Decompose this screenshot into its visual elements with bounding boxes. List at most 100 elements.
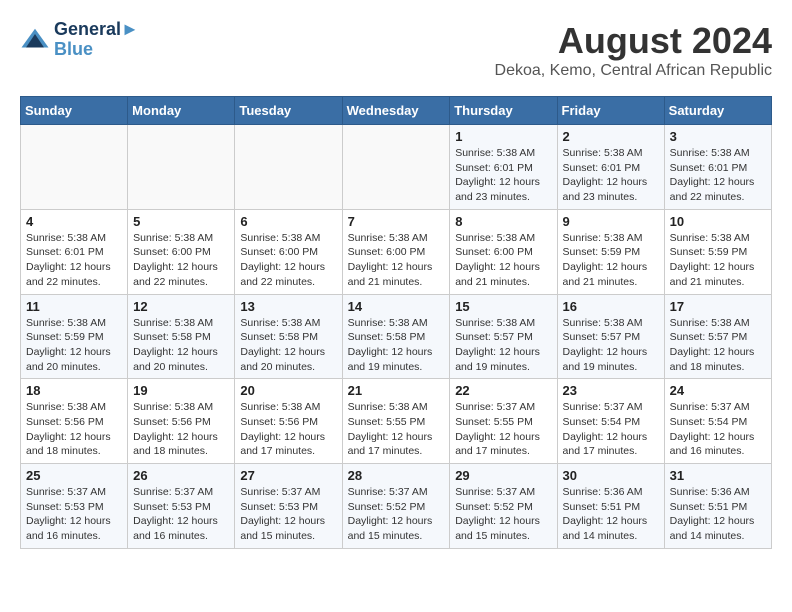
day-info: Sunrise: 5:38 AMSunset: 5:59 PMDaylight:… (26, 316, 122, 375)
day-info: Sunrise: 5:38 AMSunset: 5:57 PMDaylight:… (670, 316, 766, 375)
calendar-cell: 12 Sunrise: 5:38 AMSunset: 5:58 PMDayligh… (128, 294, 235, 379)
calendar-cell: 13Sunrise: 5:38 AMSunset: 5:58 PMDayligh… (235, 294, 342, 379)
calendar-header-row: SundayMondayTuesdayWednesdayThursdayFrid… (21, 97, 772, 125)
calendar-cell: 4 Sunrise: 5:38 AMSunset: 6:01 PMDaylight… (21, 209, 128, 294)
weekday-header-sunday: Sunday (21, 97, 128, 125)
day-info: Sunrise: 5:37 AMSunset: 5:55 PMDaylight:… (455, 400, 551, 459)
logo: General► Blue (20, 20, 139, 60)
calendar-week-row: 18 Sunrise: 5:38 AMSunset: 5:56 PMDayligh… (21, 379, 772, 464)
day-number: 7 (348, 214, 445, 229)
day-number: 5 (133, 214, 229, 229)
day-info: Sunrise: 5:38 AMSunset: 5:59 PMDaylight:… (563, 231, 659, 290)
calendar-cell: 25Sunrise: 5:37 AMSunset: 5:53 PMDayligh… (21, 464, 128, 549)
calendar-table: SundayMondayTuesdayWednesdayThursdayFrid… (20, 96, 772, 549)
calendar-cell: 24Sunrise: 5:37 AMSunset: 5:54 PMDayligh… (664, 379, 771, 464)
calendar-cell: 17 Sunrise: 5:38 AMSunset: 5:57 PMDayligh… (664, 294, 771, 379)
calendar-cell: 18 Sunrise: 5:38 AMSunset: 5:56 PMDayligh… (21, 379, 128, 464)
day-info: Sunrise: 5:36 AMSunset: 5:51 PMDaylight:… (670, 485, 766, 544)
calendar-cell: 20 Sunrise: 5:38 AMSunset: 5:56 PMDayligh… (235, 379, 342, 464)
calendar-cell: 14 Sunrise: 5:38 AMSunset: 5:58 PMDayligh… (342, 294, 450, 379)
day-number: 4 (26, 214, 122, 229)
day-info: Sunrise: 5:38 AMSunset: 5:56 PMDaylight:… (133, 400, 229, 459)
day-info: Sunrise: 5:38 AMSunset: 5:58 PMDaylight:… (348, 316, 445, 375)
day-number: 12 (133, 299, 229, 314)
calendar-cell: 15 Sunrise: 5:38 AMSunset: 5:57 PMDayligh… (450, 294, 557, 379)
day-number: 6 (240, 214, 336, 229)
day-info: Sunrise: 5:37 AMSunset: 5:54 PMDaylight:… (563, 400, 659, 459)
day-number: 29 (455, 468, 551, 483)
day-info: Sunrise: 5:38 AMSunset: 5:58 PMDaylight:… (133, 316, 229, 375)
calendar-cell: 16 Sunrise: 5:38 AMSunset: 5:57 PMDayligh… (557, 294, 664, 379)
day-number: 18 (26, 383, 122, 398)
calendar-cell: 26 Sunrise: 5:37 AMSunset: 5:53 PMDayligh… (128, 464, 235, 549)
calendar-week-row: 25Sunrise: 5:37 AMSunset: 5:53 PMDayligh… (21, 464, 772, 549)
day-info: Sunrise: 5:37 AMSunset: 5:53 PMDaylight:… (133, 485, 229, 544)
day-number: 2 (563, 129, 659, 144)
calendar-cell: 10Sunrise: 5:38 AMSunset: 5:59 PMDayligh… (664, 209, 771, 294)
calendar-cell: 28 Sunrise: 5:37 AMSunset: 5:52 PMDayligh… (342, 464, 450, 549)
calendar-cell: 27 Sunrise: 5:37 AMSunset: 5:53 PMDayligh… (235, 464, 342, 549)
day-info: Sunrise: 5:38 AMSunset: 5:57 PMDaylight:… (563, 316, 659, 375)
day-info: Sunrise: 5:38 AMSunset: 6:00 PMDaylight:… (133, 231, 229, 290)
calendar-cell: 21 Sunrise: 5:38 AMSunset: 5:55 PMDayligh… (342, 379, 450, 464)
day-number: 30 (563, 468, 659, 483)
calendar-cell: 3Sunrise: 5:38 AMSunset: 6:01 PMDaylight… (664, 125, 771, 210)
day-number: 17 (670, 299, 766, 314)
day-info: Sunrise: 5:38 AMSunset: 6:00 PMDaylight:… (455, 231, 551, 290)
location-title: Dekoa, Kemo, Central African Republic (495, 62, 772, 80)
day-number: 10 (670, 214, 766, 229)
day-info: Sunrise: 5:38 AMSunset: 6:01 PMDaylight:… (563, 146, 659, 205)
day-number: 22 (455, 383, 551, 398)
day-number: 27 (240, 468, 336, 483)
weekday-header-saturday: Saturday (664, 97, 771, 125)
day-info: Sunrise: 5:38 AMSunset: 5:56 PMDaylight:… (26, 400, 122, 459)
calendar-week-row: 1 Sunrise: 5:38 AMSunset: 6:01 PMDaylight… (21, 125, 772, 210)
day-number: 14 (348, 299, 445, 314)
calendar-cell: 8 Sunrise: 5:38 AMSunset: 6:00 PMDaylight… (450, 209, 557, 294)
day-number: 16 (563, 299, 659, 314)
calendar-cell (21, 125, 128, 210)
calendar-cell: 1 Sunrise: 5:38 AMSunset: 6:01 PMDaylight… (450, 125, 557, 210)
calendar-cell: 2 Sunrise: 5:38 AMSunset: 6:01 PMDaylight… (557, 125, 664, 210)
day-info: Sunrise: 5:38 AMSunset: 6:01 PMDaylight:… (455, 146, 551, 205)
weekday-header-monday: Monday (128, 97, 235, 125)
calendar-cell (128, 125, 235, 210)
day-number: 21 (348, 383, 445, 398)
calendar-week-row: 11 Sunrise: 5:38 AMSunset: 5:59 PMDayligh… (21, 294, 772, 379)
day-info: Sunrise: 5:38 AMSunset: 6:00 PMDaylight:… (240, 231, 336, 290)
calendar-cell: 11 Sunrise: 5:38 AMSunset: 5:59 PMDayligh… (21, 294, 128, 379)
day-number: 19 (133, 383, 229, 398)
day-number: 31 (670, 468, 766, 483)
day-number: 15 (455, 299, 551, 314)
day-info: Sunrise: 5:37 AMSunset: 5:52 PMDaylight:… (348, 485, 445, 544)
day-info: Sunrise: 5:37 AMSunset: 5:52 PMDaylight:… (455, 485, 551, 544)
day-info: Sunrise: 5:38 AMSunset: 5:58 PMDaylight:… (240, 316, 336, 375)
month-title: August 2024 (495, 20, 772, 62)
page-header: General► Blue August 2024 Dekoa, Kemo, C… (20, 20, 772, 80)
weekday-header-wednesday: Wednesday (342, 97, 450, 125)
day-info: Sunrise: 5:38 AMSunset: 6:00 PMDaylight:… (348, 231, 445, 290)
calendar-cell: 19 Sunrise: 5:38 AMSunset: 5:56 PMDayligh… (128, 379, 235, 464)
day-info: Sunrise: 5:38 AMSunset: 6:01 PMDaylight:… (26, 231, 122, 290)
day-info: Sunrise: 5:38 AMSunset: 5:56 PMDaylight:… (240, 400, 336, 459)
day-info: Sunrise: 5:37 AMSunset: 5:53 PMDaylight:… (240, 485, 336, 544)
day-number: 1 (455, 129, 551, 144)
weekday-header-friday: Friday (557, 97, 664, 125)
day-info: Sunrise: 5:38 AMSunset: 5:57 PMDaylight:… (455, 316, 551, 375)
day-info: Sunrise: 5:37 AMSunset: 5:54 PMDaylight:… (670, 400, 766, 459)
logo-icon (20, 25, 50, 55)
day-number: 3 (670, 129, 766, 144)
day-number: 8 (455, 214, 551, 229)
day-info: Sunrise: 5:37 AMSunset: 5:53 PMDaylight:… (26, 485, 122, 544)
day-number: 20 (240, 383, 336, 398)
calendar-cell: 31 Sunrise: 5:36 AMSunset: 5:51 PMDayligh… (664, 464, 771, 549)
day-number: 9 (563, 214, 659, 229)
day-number: 26 (133, 468, 229, 483)
day-number: 23 (563, 383, 659, 398)
title-block: August 2024 Dekoa, Kemo, Central African… (495, 20, 772, 80)
logo-text: General► Blue (54, 20, 139, 60)
day-number: 28 (348, 468, 445, 483)
calendar-cell (342, 125, 450, 210)
day-number: 11 (26, 299, 122, 314)
day-info: Sunrise: 5:38 AMSunset: 5:55 PMDaylight:… (348, 400, 445, 459)
